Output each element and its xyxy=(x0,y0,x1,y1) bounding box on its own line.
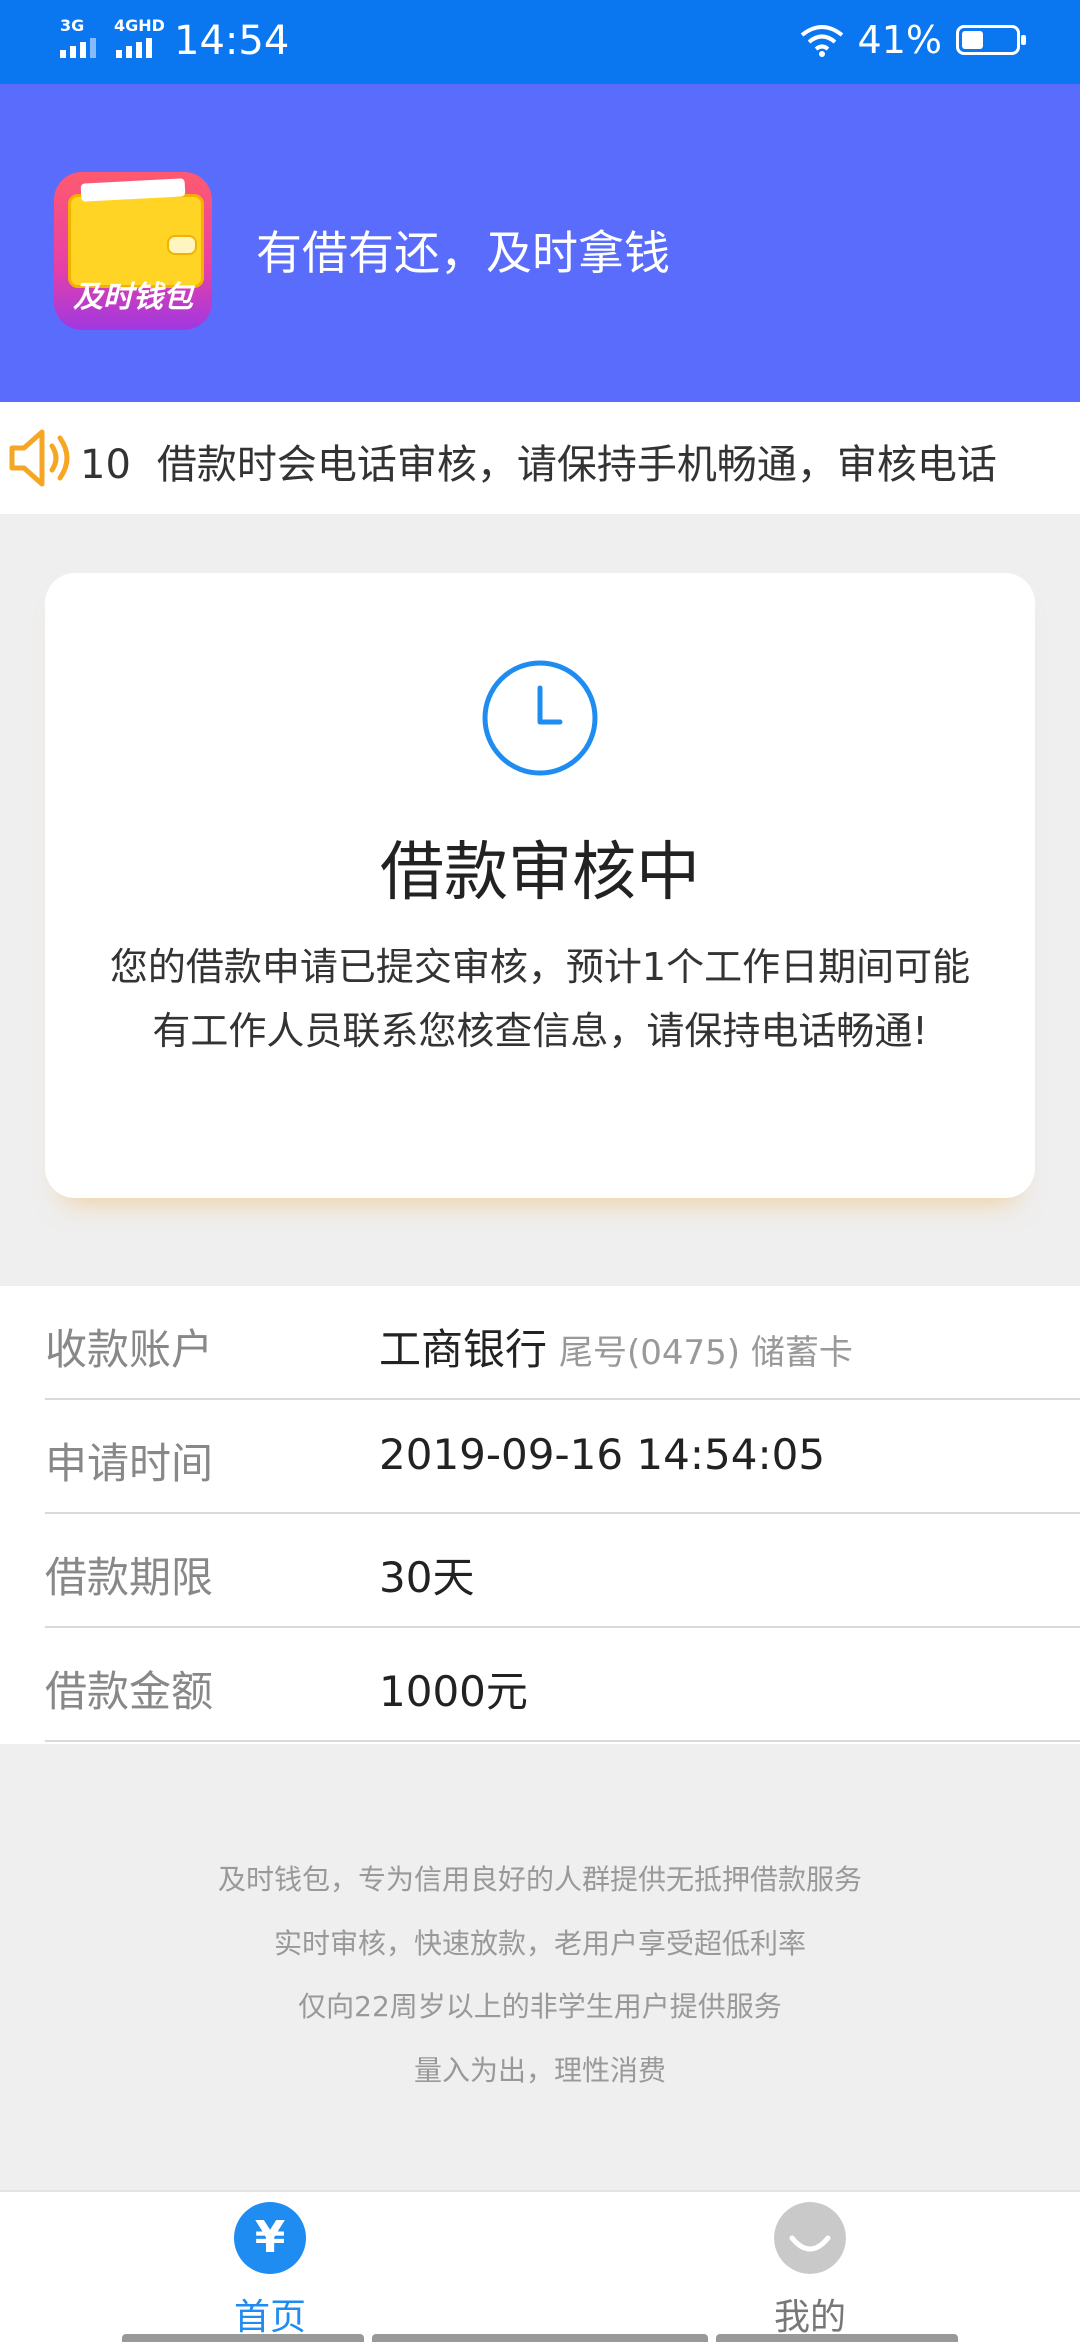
logo-text: 及时钱包 xyxy=(73,280,193,315)
tab-mine-label: 我的 xyxy=(773,2297,846,2338)
footer-line: 量入为出，理性消费 xyxy=(413,2054,666,2087)
account-label: 收款账户 xyxy=(45,1325,214,1374)
term-value: 30天 xyxy=(379,1553,475,1602)
yuan-icon: ¥ xyxy=(234,2202,306,2274)
network-type-1: 3G xyxy=(60,16,85,35)
footer-line: 仅向22周岁以上的非学生用户提供服务 xyxy=(298,1990,782,2023)
notice-bar[interactable]: 10 借款时会电话审核，请保持手机畅通，审核电话 xyxy=(0,402,1080,514)
term-label: 借款期限 xyxy=(45,1553,214,1602)
apply-time-label: 申请时间 xyxy=(45,1439,214,1488)
signal-icon xyxy=(116,38,152,58)
battery-percent: 41% xyxy=(857,18,942,62)
bank-name: 工商银行 xyxy=(379,1325,548,1374)
profile-icon xyxy=(774,2202,846,2274)
account-value: 工商银行 尾号(0475) 储蓄卡 xyxy=(379,1316,853,1377)
tab-mine[interactable]: 我的 xyxy=(710,2192,910,2342)
header-slogan: 有借有还，及时拿钱 xyxy=(256,226,670,280)
status-description: 您的借款申请已提交审核，预计1个工作日期间可能有工作人员联系您核查信息，请保持电… xyxy=(109,945,971,1053)
system-nav-bar[interactable] xyxy=(122,2334,364,2342)
info-row-amount: 借款金额 1000元 xyxy=(45,1628,1080,1742)
status-title: 借款审核中 xyxy=(380,836,700,910)
battery-icon xyxy=(956,25,1026,55)
system-nav-bar[interactable] xyxy=(716,2334,958,2342)
amount-value: 1000元 xyxy=(379,1667,528,1716)
notice-text: 10 借款时会电话审核，请保持手机畅通，审核电话 xyxy=(80,432,997,490)
signal-icon xyxy=(60,38,96,58)
app-header: 及时钱包 有借有还，及时拿钱 xyxy=(0,84,1080,402)
info-row-account: 收款账户 工商银行 尾号(0475) 储蓄卡 xyxy=(45,1286,1080,1400)
loan-status-card: 借款审核中 您的借款申请已提交审核，预计1个工作日期间可能有工作人员联系您核查信… xyxy=(45,573,1035,1198)
tab-home[interactable]: ¥ 首页 xyxy=(170,2192,370,2342)
amount-label: 借款金额 xyxy=(45,1667,214,1716)
info-row-term: 借款期限 30天 xyxy=(45,1514,1080,1628)
network-type-2: 4GHD xyxy=(114,16,165,35)
apply-time-value: 2019-09-16 14:54:05 xyxy=(379,1430,826,1479)
account-detail: 尾号(0475) 储蓄卡 xyxy=(559,1333,853,1373)
notice-count: 10 xyxy=(80,442,131,488)
speaker-icon xyxy=(9,429,70,487)
clock-icon xyxy=(482,660,598,776)
wifi-icon xyxy=(800,25,843,57)
notice-message: 借款时会电话审核，请保持手机畅通，审核电话 xyxy=(156,442,997,488)
tab-home-label: 首页 xyxy=(233,2297,306,2338)
system-nav-bar[interactable] xyxy=(372,2334,708,2342)
footer-line: 及时钱包，专为信用良好的人群提供无抵押借款服务 xyxy=(217,1863,862,1896)
info-row-apply-time: 申请时间 2019-09-16 14:54:05 xyxy=(45,1400,1080,1514)
loan-info-list: 收款账户 工商银行 尾号(0475) 储蓄卡 申请时间 2019-09-16 14… xyxy=(0,1286,1080,1744)
bottom-tab-bar: ¥ 首页 我的 xyxy=(0,2190,1080,2342)
status-bar: 3G 4GHD 14:54 41% xyxy=(0,0,1080,84)
footer-line: 实时审核，快速放款，老用户享受超低利率 xyxy=(273,1927,806,1960)
clock-time: 14:54 xyxy=(174,18,290,64)
app-logo: 及时钱包 xyxy=(54,172,212,330)
